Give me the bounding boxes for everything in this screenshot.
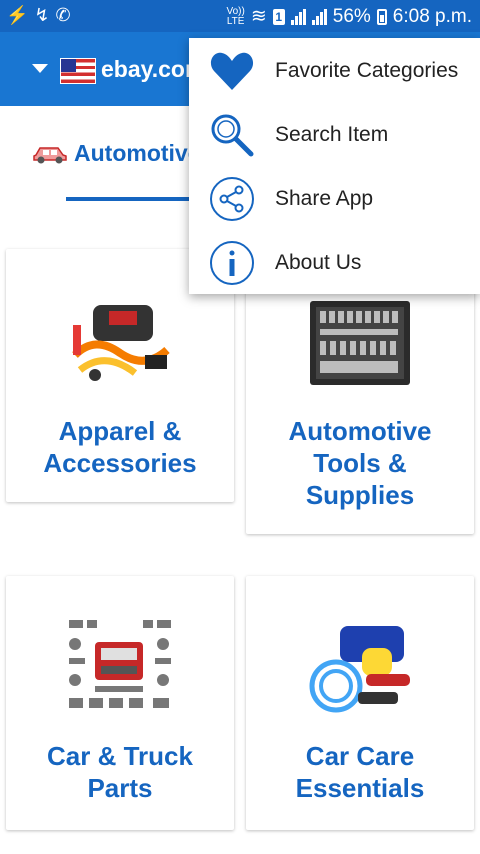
us-flag-icon[interactable]	[60, 58, 96, 84]
missed-call-icon: ↯	[34, 5, 50, 25]
status-left-icons: ⚡ ↯ ✆	[6, 5, 71, 26]
card-title: Apparel & Accessories	[43, 416, 197, 478]
battery-icon	[376, 8, 387, 25]
emergency-kit-image	[72, 305, 170, 381]
info-icon	[210, 241, 254, 285]
volte-indicator: Vo)) LTE	[226, 5, 245, 27]
country-dropdown-icon[interactable]	[32, 64, 48, 73]
search-icon	[211, 114, 254, 157]
category-card-car-care[interactable]: Car Care Essentials	[246, 576, 474, 830]
tool-set-image	[310, 301, 410, 385]
card-title: Car & Truck Parts	[47, 741, 193, 803]
notification-badge: 1	[272, 8, 285, 25]
menu-item-about-us[interactable]: About Us	[189, 230, 480, 294]
menu-label: Search Item	[275, 123, 389, 146]
menu-label: About Us	[275, 251, 362, 274]
menu-item-favorite-categories[interactable]: Favorite Categories	[189, 38, 480, 102]
status-right-icons: Vo)) LTE ≋ 1 56% 6:08 p.m.	[226, 5, 472, 28]
battery-percent: 56%	[332, 5, 371, 27]
overflow-menu: Favorite Categories Search Item Share Ap…	[189, 38, 480, 294]
wifi-icon: ≋	[250, 6, 267, 27]
car-care-kit-image	[309, 626, 410, 713]
whatsapp-icon: ✆	[55, 5, 71, 25]
status-bar: ⚡ ↯ ✆ Vo)) LTE ≋ 1 56% 6:08 p.m.	[0, 0, 480, 32]
tab-automotive[interactable]: Automotive	[74, 140, 201, 167]
car-icon	[33, 147, 67, 164]
clock: 6:08 p.m.	[392, 5, 472, 27]
card-title: Car Care Essentials	[295, 741, 425, 803]
card-title: Automotive Tools & Supplies	[288, 416, 432, 510]
signal-icon	[290, 8, 306, 25]
category-card-car-truck-parts[interactable]: Car & Truck Parts	[6, 576, 234, 830]
share-icon	[210, 177, 254, 221]
menu-item-share-app[interactable]: Share App	[189, 166, 480, 230]
heart-icon	[210, 52, 254, 90]
flash-icon: ⚡	[6, 5, 29, 25]
menu-label: Favorite Categories	[275, 59, 459, 82]
signal-icon-2	[311, 8, 327, 25]
menu-item-search-item[interactable]: Search Item	[189, 102, 480, 166]
truck-parts-image	[69, 620, 171, 708]
menu-label: Share App	[275, 187, 374, 210]
